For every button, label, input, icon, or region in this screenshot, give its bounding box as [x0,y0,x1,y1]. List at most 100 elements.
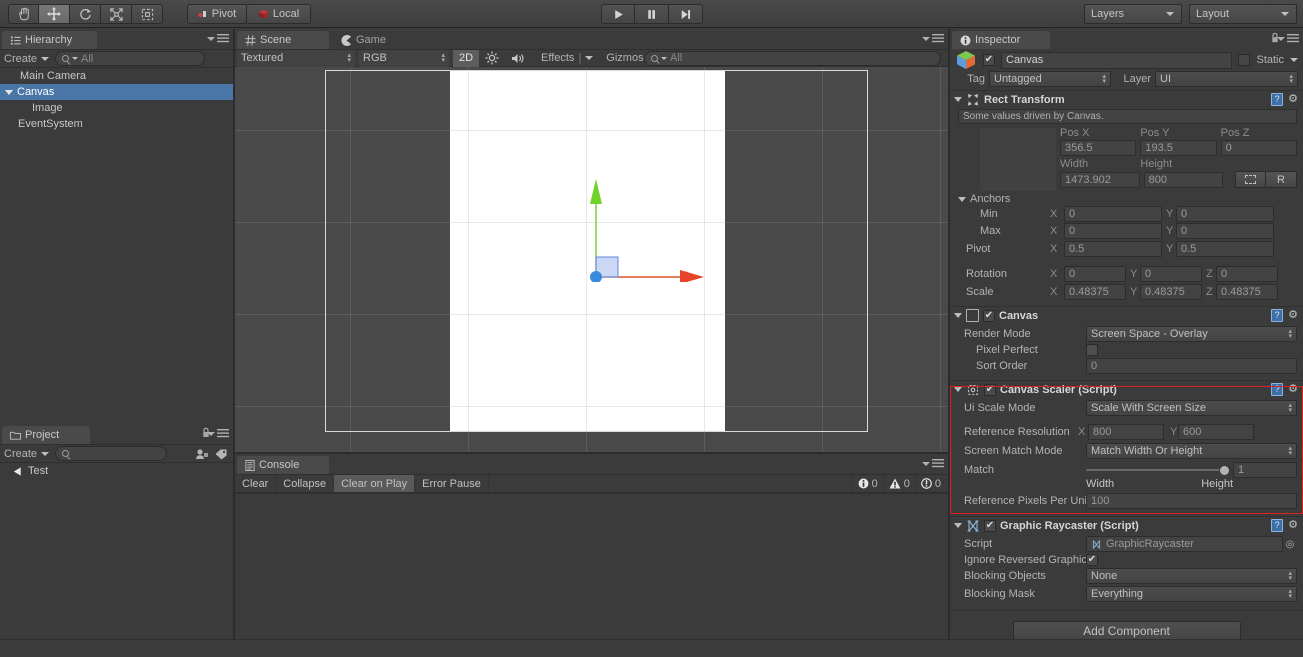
play-button[interactable] [601,4,635,24]
anchor-max-x-field[interactable]: 0 [1064,223,1162,239]
layout-dropdown[interactable]: Layout [1189,4,1297,24]
gear-icon[interactable]: ⚙ [1288,310,1298,321]
graphic-raycaster-enabled-checkbox[interactable]: ✔ [984,519,996,532]
collapse-triangle-icon[interactable] [954,523,962,528]
match-slider-handle[interactable] [1219,464,1230,476]
console-log-counter[interactable]: 0 [851,475,883,492]
project-filter-label-button[interactable] [214,448,228,464]
hierarchy-item-main-camera[interactable]: Main Camera [0,68,233,84]
script-object-field[interactable]: GraphicRaycaster [1086,536,1283,552]
tab-scene[interactable]: Scene [237,31,329,49]
console-warning-counter[interactable]: 0 [882,475,915,492]
collapse-triangle-icon[interactable] [954,387,962,392]
layers-dropdown[interactable]: Layers [1084,4,1182,24]
hand-tool-button[interactable] [8,4,39,24]
reference-resolution-x-field[interactable]: 800 [1088,424,1164,440]
rotate-tool-button[interactable] [70,4,101,24]
hierarchy-search-input[interactable]: All [55,51,206,66]
move-tool-button[interactable] [39,4,70,24]
scene-viewport[interactable] [235,67,948,453]
object-enabled-checkbox[interactable]: ✔ [983,54,995,66]
console-menu-button[interactable] [922,459,944,468]
anchor-preset-widget[interactable] [980,128,1056,191]
hierarchy-item-canvas[interactable]: Canvas [0,84,233,100]
layer-dropdown[interactable]: UI [1155,71,1298,87]
anchors-foldout[interactable]: Anchors [958,193,1297,205]
help-icon[interactable]: ? [1271,93,1284,106]
scene-color-mode-dropdown[interactable]: RGB [359,49,449,67]
rot-z-field[interactable]: 0 [1216,266,1278,282]
width-field[interactable]: 1473.902 [1060,171,1140,188]
gear-icon[interactable]: ⚙ [1288,520,1298,531]
collapse-triangle-icon[interactable] [958,196,966,202]
height-field[interactable]: 800 [1143,171,1224,188]
scale-x-field[interactable]: 0.48375 [1064,284,1126,300]
canvas-component-header[interactable]: ✔ Canvas ? ⚙ [950,306,1303,324]
pos-z-field[interactable]: 0 [1220,140,1297,156]
match-slider[interactable] [1086,463,1230,477]
pixel-perfect-checkbox[interactable] [1086,344,1098,356]
gear-icon[interactable]: ⚙ [1288,94,1298,105]
scene-audio-toggle[interactable] [505,52,531,65]
graphic-raycaster-header[interactable]: ✔ Graphic Raycaster (Script) ? ⚙ [950,516,1303,534]
step-button[interactable] [669,4,703,24]
rot-y-field[interactable]: 0 [1140,266,1202,282]
hierarchy-item-image[interactable]: Image [0,100,233,116]
blocking-mask-dropdown[interactable]: Everything [1086,586,1297,602]
hierarchy-item-eventsystem[interactable]: EventSystem [0,116,233,132]
console-collapse-toggle[interactable]: Collapse [276,475,335,492]
tag-dropdown[interactable]: Untagged [989,71,1111,87]
collapse-triangle-icon[interactable] [954,313,962,318]
scene-effects-dropdown[interactable]: Effects | [537,50,598,67]
gear-icon[interactable]: ⚙ [1288,384,1298,395]
hierarchy-create-button[interactable]: Create [4,53,50,65]
anchor-max-y-field[interactable]: 0 [1176,223,1274,239]
sort-order-field[interactable]: 0 [1086,358,1297,374]
canvas-enabled-checkbox[interactable]: ✔ [983,309,995,322]
pause-button[interactable] [635,4,669,24]
render-mode-dropdown[interactable]: Screen Space - Overlay [1086,326,1297,342]
project-item-test[interactable]: Test [0,463,233,479]
pivot-toggle-button[interactable]: Pivot [187,4,247,24]
hierarchy-menu-button[interactable] [207,34,229,43]
console-clear-on-play-toggle[interactable]: Clear on Play [334,475,416,492]
move-gizmo[interactable] [580,172,710,284]
collapse-triangle-icon[interactable] [954,97,962,102]
scene-draw-mode-dropdown[interactable]: Textured [237,49,355,67]
project-search-input[interactable] [55,446,168,461]
project-filter-type-button[interactable] [195,448,209,464]
blueprint-mode-button[interactable] [1235,171,1267,188]
scale-z-field[interactable]: 0.48375 [1216,284,1278,300]
scene-lighting-toggle[interactable] [479,51,505,65]
rect-tool-button[interactable] [132,4,163,24]
help-icon[interactable]: ? [1271,519,1284,532]
scene-menu-button[interactable] [922,34,944,43]
anchor-min-x-field[interactable]: 0 [1064,206,1162,222]
reference-pixels-field[interactable]: 100 [1086,493,1297,509]
object-picker-icon[interactable]: ◎ [1283,539,1297,550]
project-menu-button[interactable] [207,429,229,438]
match-value-field[interactable]: 1 [1233,462,1297,478]
tab-project[interactable]: Project [2,426,90,444]
console-error-counter[interactable]: 0 [914,475,946,492]
scale-tool-button[interactable] [101,4,132,24]
help-icon[interactable]: ? [1271,383,1284,396]
tab-hierarchy[interactable]: Hierarchy [2,31,97,49]
project-create-button[interactable]: Create [4,448,50,460]
tab-game[interactable]: Game [333,31,403,49]
pos-y-field[interactable]: 193.5 [1140,140,1217,156]
blocking-objects-dropdown[interactable]: None [1086,568,1297,584]
tab-inspector[interactable]: Inspector [952,31,1050,49]
console-clear-button[interactable]: Clear [235,475,277,492]
ignore-reversed-checkbox[interactable]: ✔ [1086,554,1098,566]
pivot-y-field[interactable]: 0.5 [1176,241,1274,257]
console-error-pause-toggle[interactable]: Error Pause [415,475,489,492]
scale-y-field[interactable]: 0.48375 [1140,284,1202,300]
inspector-menu-button[interactable] [1277,34,1299,43]
scene-search-input[interactable]: All [644,50,941,66]
screen-match-mode-dropdown[interactable]: Match Width Or Height [1086,443,1297,459]
anchor-min-y-field[interactable]: 0 [1176,206,1274,222]
rect-transform-header[interactable]: Rect Transform ? ⚙ [950,90,1303,108]
canvas-scaler-enabled-checkbox[interactable]: ✔ [984,383,996,396]
canvas-scaler-header[interactable]: ✔ Canvas Scaler (Script) ? ⚙ [950,380,1303,398]
